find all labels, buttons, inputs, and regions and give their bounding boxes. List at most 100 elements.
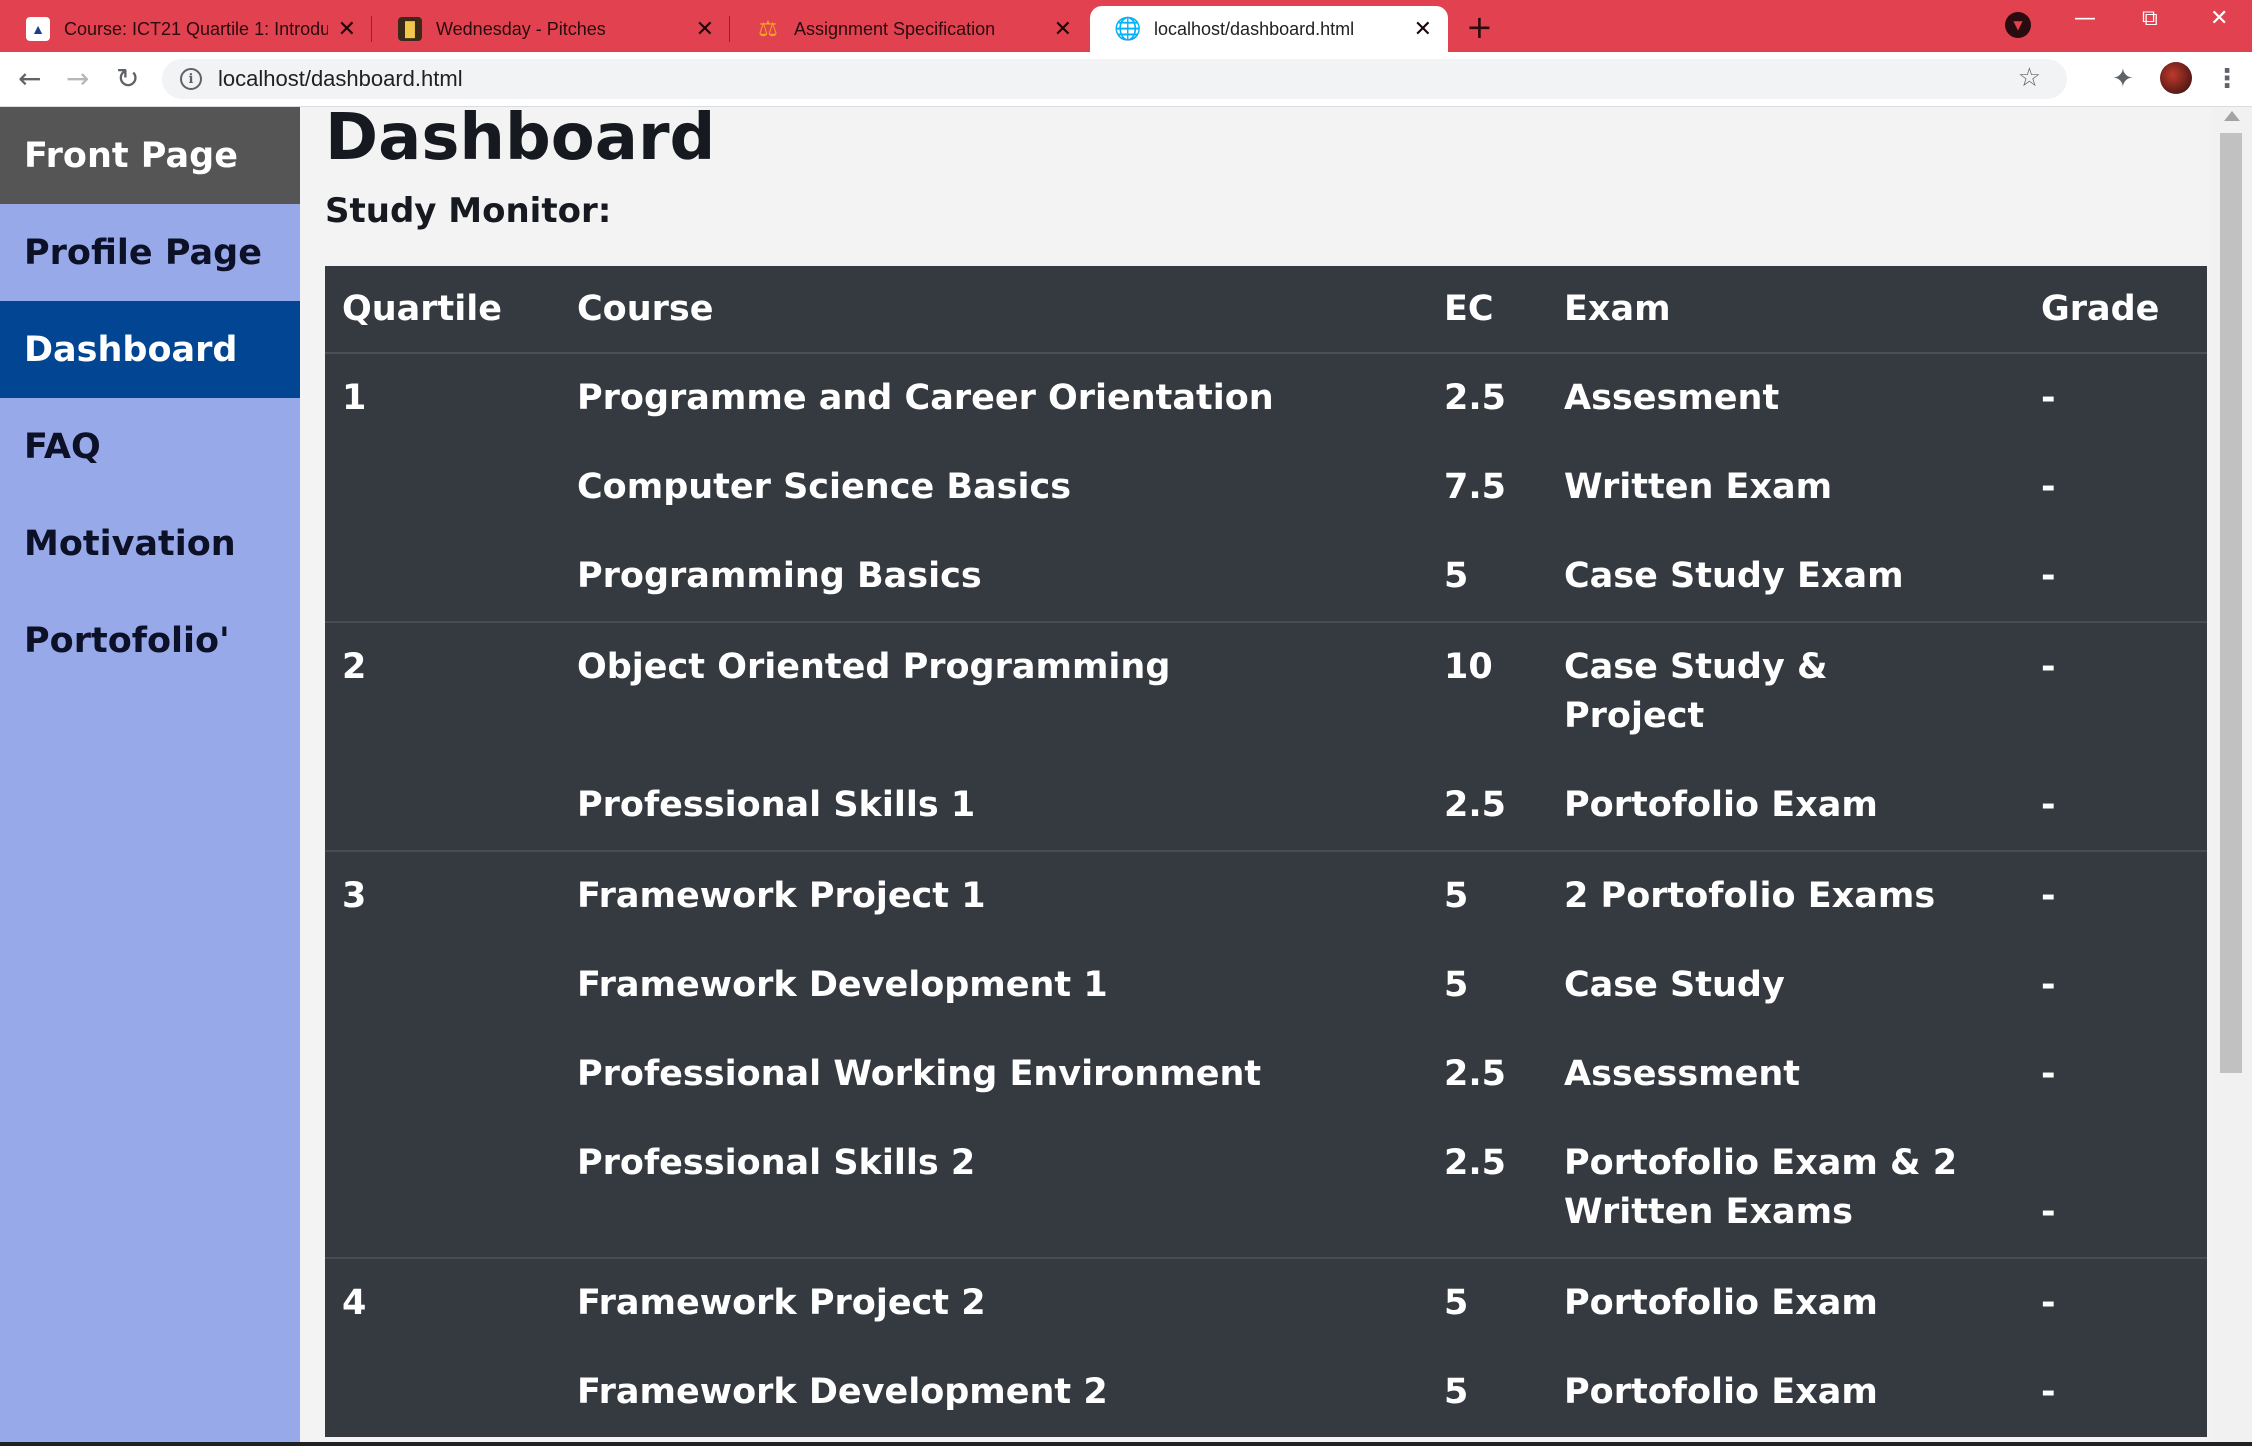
table-row: 3 Framework Project 1 5 2 Portofolio Exa…	[325, 850, 2207, 941]
globe-icon: 🌐	[1114, 16, 1142, 41]
sidebar-item-front-page[interactable]: Front Page	[0, 107, 300, 204]
cell-grade: -	[2041, 785, 2056, 825]
cell-course: Framework Development 1	[577, 965, 1108, 1005]
cell-ec: 5	[1444, 1372, 1469, 1412]
page-scrollbar[interactable]	[2212, 107, 2252, 1446]
extensions-icon[interactable]: ✦	[2112, 64, 2134, 94]
cell-exam: Assesment	[1564, 378, 1780, 418]
sidebar-item-dashboard[interactable]: Dashboard	[0, 301, 300, 398]
sidebar-item-profile-page[interactable]: Profile Page	[0, 204, 300, 301]
tab-assignment-specification[interactable]: ⚖ Assignment Specification ✕	[730, 6, 1088, 52]
table-row: 1 Programme and Career Orientation 2.5 A…	[325, 353, 2207, 443]
cell-grade: -	[2024, 1257, 2207, 1348]
column-header-course: Course	[560, 266, 1427, 354]
table-row: Framework Development 1 5 Case Study -	[325, 941, 2207, 1030]
table-row: Computer Science Basics 7.5 Written Exam…	[325, 443, 2207, 532]
table-row: Programming Basics 5 Case Study Exam -	[325, 532, 2207, 622]
cell-ec: 10	[1427, 621, 1547, 761]
tab-wednesday-pitches[interactable]: █ Wednesday - Pitches ✕	[372, 6, 730, 52]
cell-exam: Case Study Exam	[1564, 556, 1904, 596]
cell-ec: 5	[1444, 556, 1469, 596]
table-header: Quartile Course EC Exam Grade	[325, 266, 2207, 354]
table-row: Professional Skills 1 2.5 Portofolio Exa…	[325, 761, 2207, 851]
menu-icon[interactable]: ⋮	[2214, 64, 2240, 94]
table-body: 1 Programme and Career Orientation 2.5 A…	[325, 353, 2207, 1437]
reload-icon[interactable]: ↻	[116, 62, 139, 95]
cell-ec: 2.5	[1444, 1054, 1507, 1094]
cell-ec: 5	[1427, 850, 1547, 941]
cell-exam: Written Exam	[1564, 467, 1833, 507]
cell-grade: -	[2041, 556, 2056, 596]
cell-quartile: 4	[325, 1257, 560, 1348]
study-monitor-table-container: Quartile Course EC Exam Grade 1 Programm…	[325, 266, 2207, 1437]
cell-course: Framework Project 1	[560, 850, 1427, 941]
close-tab-icon[interactable]: ✕	[338, 16, 356, 42]
tab-course-ict21[interactable]: ▲ Course: ICT21 Quartile 1: Introdu ✕	[0, 6, 372, 52]
cell-ec: 5	[1444, 965, 1469, 1005]
table-row: 4 Framework Project 2 5 Portofolio Exam …	[325, 1257, 2207, 1348]
cell-course: Framework Development 2	[577, 1372, 1108, 1412]
tab-title: Course: ICT21 Quartile 1: Introdu	[64, 18, 328, 39]
profile-avatar[interactable]	[2160, 62, 2192, 94]
new-tab-button[interactable]: +	[1466, 8, 1493, 46]
tab-search-icon[interactable]: ▼	[2005, 12, 2031, 38]
cell-course: Computer Science Basics	[577, 467, 1072, 507]
tab-title: localhost/dashboard.html	[1154, 18, 1355, 39]
cell-exam: Portofolio Exam	[1547, 1257, 2024, 1348]
study-monitor-table: Quartile Course EC Exam Grade 1 Programm…	[325, 266, 2207, 1437]
url-text: localhost/dashboard.html	[218, 66, 463, 91]
close-tab-icon[interactable]: ✕	[696, 16, 714, 42]
cell-course: Professional Skills 2	[577, 1143, 976, 1183]
cell-quartile	[325, 941, 560, 1030]
table-row: Framework Development 2 5 Portofolio Exa…	[325, 1348, 2207, 1437]
cell-ec: 5	[1427, 1257, 1547, 1348]
sidebar-item-label: Motivation	[24, 523, 236, 564]
sidebar-item-faq[interactable]: FAQ	[0, 398, 300, 495]
cell-exam: Portofolio Exam	[1564, 1372, 1878, 1412]
cell-course: Framework Project 2	[560, 1257, 1427, 1348]
cell-course: Professional Working Environment	[577, 1054, 1262, 1094]
back-icon[interactable]: ←	[18, 62, 41, 95]
scrollbar-thumb[interactable]	[2220, 133, 2242, 1073]
address-bar[interactable]: i localhost/dashboard.html ☆	[162, 59, 2067, 99]
tab-localhost-dashboard[interactable]: 🌐 localhost/dashboard.html ✕	[1090, 6, 1448, 52]
window-close-icon[interactable]: ✕	[2210, 6, 2228, 31]
cell-quartile: 3	[325, 850, 560, 941]
cell-ec: 2.5	[1444, 785, 1507, 825]
cell-quartile	[325, 1119, 560, 1258]
cell-ec: 2.5	[1444, 1143, 1507, 1183]
bookmark-star-icon[interactable]: ☆	[2018, 63, 2041, 93]
site-info-icon[interactable]: i	[180, 68, 202, 90]
sidebar-item-portofolio[interactable]: Portofolio'	[0, 592, 300, 689]
cell-quartile	[325, 1348, 560, 1437]
cell-exam: Portofolio Exam & 2 Written Exams	[1564, 1143, 1958, 1232]
minimize-icon[interactable]: —	[2074, 6, 2096, 31]
tab-title: Wednesday - Pitches	[436, 18, 606, 39]
page-viewport: Front Page Profile Page Dashboard FAQ Mo…	[0, 107, 2252, 1446]
cell-grade: -	[2041, 1372, 2056, 1412]
cell-ec: 7.5	[1444, 467, 1507, 507]
cell-course: Professional Skills 1	[577, 785, 976, 825]
cell-course: Object Oriented Programming	[560, 621, 1427, 761]
column-header-quartile: Quartile	[325, 266, 560, 354]
cell-course: Programme and Career Orientation	[577, 378, 1274, 418]
cell-quartile	[325, 532, 560, 622]
cell-quartile: 1	[342, 378, 367, 418]
cell-grade: -	[2041, 965, 2056, 1005]
table-header-row: Quartile Course EC Exam Grade	[325, 266, 2207, 354]
taskbar-edge	[0, 1442, 2252, 1446]
forward-icon[interactable]: →	[66, 62, 89, 95]
sidebar-item-label: FAQ	[24, 426, 101, 467]
cell-course: Programming Basics	[577, 556, 982, 596]
close-tab-icon[interactable]: ✕	[1414, 16, 1432, 42]
cell-exam: 2 Portofolio Exams	[1547, 850, 2024, 941]
cell-grade: -	[2024, 850, 2207, 941]
cell-exam: Case Study	[1564, 965, 1785, 1005]
close-tab-icon[interactable]: ✕	[1054, 16, 1072, 42]
tab-title: Assignment Specification	[794, 18, 996, 39]
scroll-up-arrow-icon[interactable]	[2224, 111, 2240, 121]
main-content: Dashboard Study Monitor: Quartile Course…	[300, 107, 2212, 1446]
restore-icon[interactable]: ⧉	[2142, 6, 2158, 31]
sidebar-item-motivation[interactable]: Motivation	[0, 495, 300, 592]
column-header-grade: Grade	[2024, 266, 2207, 354]
